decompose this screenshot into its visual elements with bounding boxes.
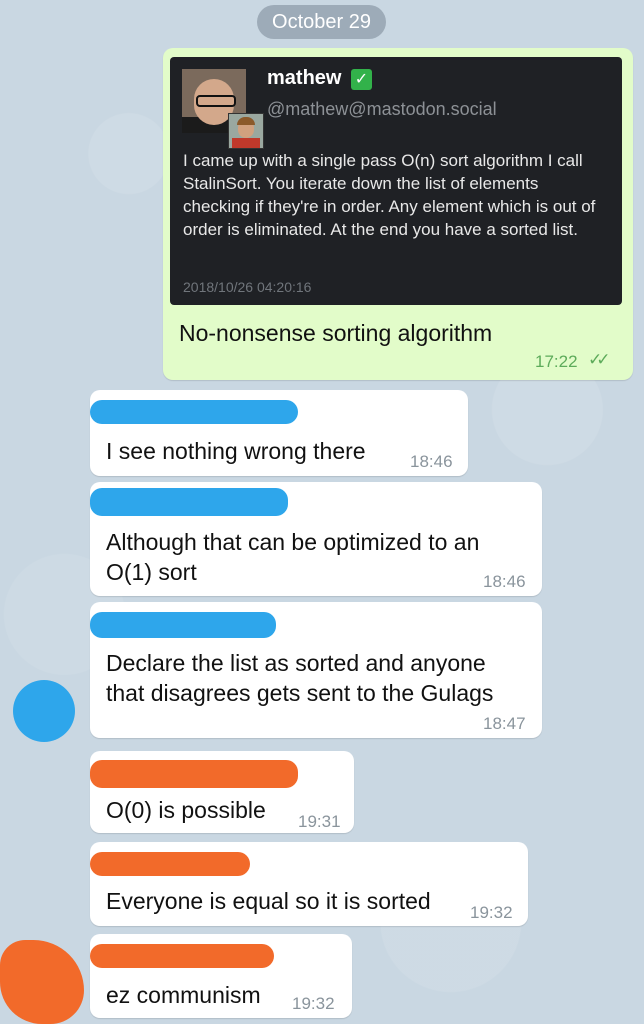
message-text: Everyone is equal so it is sorted [106, 888, 431, 914]
message-time: 19:32 [470, 903, 513, 922]
double-check-icon: ✓✓ [588, 350, 610, 369]
author-name: mathew [267, 67, 342, 89]
message-time: 18:47 [483, 714, 526, 733]
message-text: Although that can be optimized to an O(1… [106, 529, 480, 585]
message-text: Declare the list as sorted and anyone th… [106, 650, 494, 706]
redacted-sender-name [90, 760, 298, 788]
message-text: No-nonsense sorting algorithm [179, 320, 493, 346]
secondary-avatar [228, 113, 264, 149]
redacted-sender-name [90, 488, 288, 516]
redacted-avatar [13, 680, 75, 742]
message-time: 19:31 [298, 812, 341, 831]
message-text: O(0) is possible [106, 797, 266, 823]
redacted-sender-name [90, 612, 276, 638]
redacted-sender-name [90, 400, 298, 424]
message-time: 18:46 [483, 572, 526, 591]
message-text: ez communism [106, 982, 261, 1008]
date-divider: October 29 [257, 5, 386, 39]
check-mark-icon: ✓ [351, 69, 372, 90]
author-handle: @mathew@mastodon.social [267, 99, 497, 119]
embedded-post-card[interactable]: mathew ✓ @mathew@mastodon.social I came … [170, 57, 622, 305]
message-time: 19:32 [292, 994, 335, 1013]
post-text: I came up with a single pass O(n) sort a… [183, 151, 596, 239]
message-time: 18:46 [410, 452, 453, 471]
message-text: I see nothing wrong there [106, 438, 366, 464]
post-timestamp: 2018/10/26 04:20:16 [183, 279, 312, 295]
message-time: 17:22 [535, 352, 578, 371]
redacted-sender-name [90, 852, 250, 876]
redacted-sender-name [90, 944, 274, 968]
